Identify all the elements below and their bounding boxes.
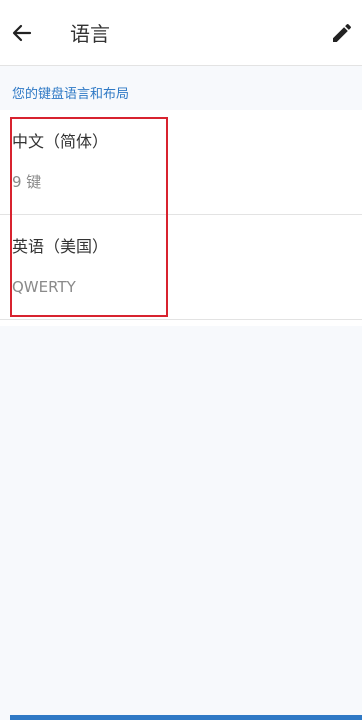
edit-button[interactable] xyxy=(326,17,358,49)
language-list: 中文（简体） 9 键 英语（美国） QWERTY xyxy=(0,110,362,326)
app-bar: 语言 xyxy=(0,0,362,66)
pencil-icon xyxy=(333,23,351,42)
language-item-english[interactable]: 英语（美国） QWERTY xyxy=(0,215,362,320)
language-item-chinese[interactable]: 中文（简体） 9 键 xyxy=(0,110,362,215)
language-layout: 9 键 xyxy=(12,173,42,191)
language-name: 中文（简体） xyxy=(12,132,109,151)
page-title: 语言 xyxy=(70,22,110,46)
section-header: 您的键盘语言和布局 xyxy=(12,87,130,102)
arrow-left-icon xyxy=(12,24,32,42)
language-layout: QWERTY xyxy=(12,278,76,296)
bottom-button-edge[interactable] xyxy=(10,715,362,720)
language-name: 英语（美国） xyxy=(12,237,109,256)
back-button[interactable] xyxy=(6,17,38,49)
